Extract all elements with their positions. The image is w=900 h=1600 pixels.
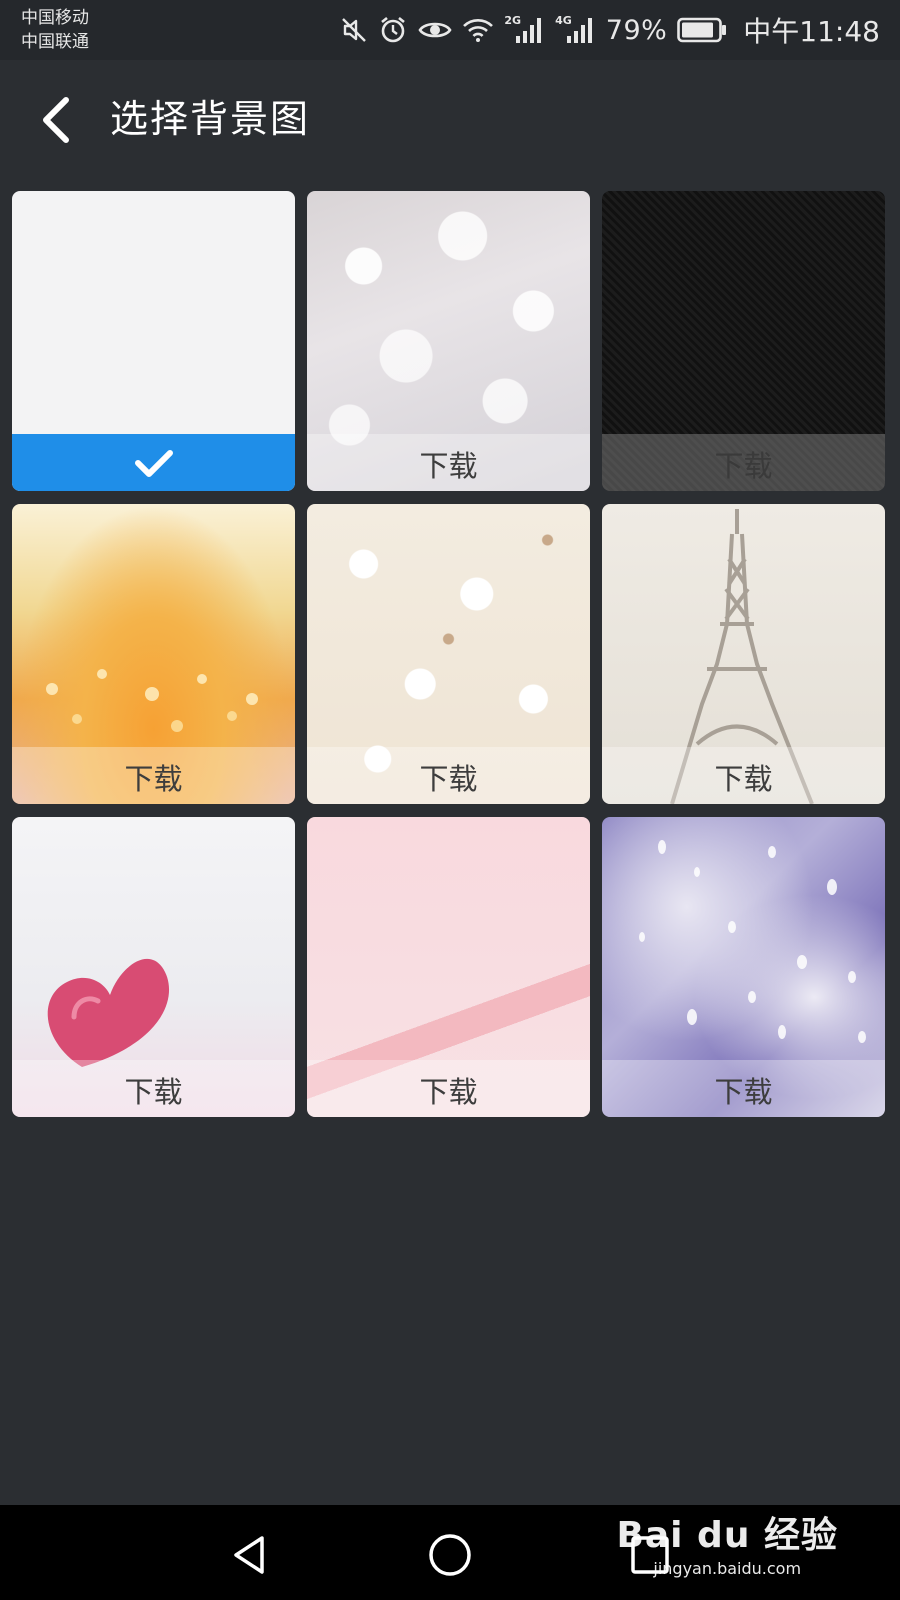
navigation-bar: Bai du 经验 jingyan.baidu.com bbox=[0, 1505, 900, 1600]
download-label: 下载 bbox=[124, 761, 183, 796]
battery-percent: 79% bbox=[605, 14, 668, 46]
checkmark-icon bbox=[134, 449, 173, 477]
mute-icon bbox=[340, 16, 368, 44]
nav-home-button[interactable] bbox=[420, 1525, 480, 1585]
download-label: 下载 bbox=[419, 761, 478, 796]
page-title: 选择背景图 bbox=[110, 97, 311, 141]
watermark-logo: Bai du 经验 bbox=[616, 1515, 838, 1556]
download-label: 下载 bbox=[124, 1074, 183, 1109]
signal-icon: 4G bbox=[555, 13, 596, 44]
download-label: 下载 bbox=[714, 761, 773, 796]
background-tile-purple-raindrops[interactable]: 下载 bbox=[602, 817, 885, 1117]
download-bar[interactable]: 下载 bbox=[602, 434, 885, 491]
baidu-jingyan-watermark: Bai du 经验 jingyan.baidu.com bbox=[616, 1513, 838, 1579]
eye-icon bbox=[418, 18, 452, 42]
carrier-labels: 中国移动 中国联通 bbox=[21, 6, 89, 54]
background-tile-golden-glitter[interactable]: 下载 bbox=[12, 504, 295, 804]
download-label: 下载 bbox=[419, 1074, 478, 1109]
download-bar[interactable]: 下载 bbox=[307, 434, 590, 491]
back-triangle-icon bbox=[234, 1536, 264, 1574]
watermark-url: jingyan.baidu.com bbox=[653, 1559, 802, 1578]
carrier-2: 中国联通 bbox=[21, 32, 89, 52]
background-tile-plain[interactable] bbox=[12, 191, 295, 491]
download-label: 下载 bbox=[714, 448, 773, 483]
clock: 中午11:48 bbox=[743, 15, 880, 48]
selected-bar bbox=[12, 434, 295, 491]
download-label: 下载 bbox=[714, 1074, 773, 1109]
alarm-icon bbox=[378, 15, 408, 45]
background-tile-bokeh[interactable]: 下载 bbox=[307, 191, 590, 491]
carrier-1: 中国移动 bbox=[21, 8, 89, 28]
download-bar[interactable]: 下载 bbox=[307, 747, 590, 804]
back-button[interactable] bbox=[28, 90, 84, 150]
background-grid: 下载 下载 下载 下载 下载 下载 下载 下载 bbox=[12, 191, 886, 1117]
background-tile-carbon[interactable]: 下载 bbox=[602, 191, 885, 491]
signal-icon: 2G bbox=[504, 13, 545, 44]
status-bar: 中国移动 中国联通 2G 4G 79% 中午11:48 bbox=[0, 0, 900, 60]
battery-icon bbox=[677, 17, 727, 43]
download-bar[interactable]: 下载 bbox=[602, 747, 885, 804]
app-header: 选择背景图 bbox=[0, 60, 900, 178]
background-tile-heart[interactable]: 下载 bbox=[12, 817, 295, 1117]
background-tile-eiffel-tower[interactable]: 下载 bbox=[602, 504, 885, 804]
download-label: 下载 bbox=[419, 448, 478, 483]
chevron-left-icon bbox=[43, 97, 69, 143]
download-bar[interactable]: 下载 bbox=[602, 1060, 885, 1117]
wifi-icon bbox=[462, 17, 494, 43]
status-icons: 2G 4G 79% 中午11:48 bbox=[340, 10, 880, 50]
background-tile-pink[interactable]: 下载 bbox=[307, 817, 590, 1117]
nav-back-button[interactable] bbox=[220, 1525, 280, 1585]
download-bar[interactable]: 下载 bbox=[12, 1060, 295, 1117]
download-bar[interactable]: 下载 bbox=[307, 1060, 590, 1117]
download-bar[interactable]: 下载 bbox=[12, 747, 295, 804]
home-circle-icon bbox=[429, 1534, 471, 1576]
net-badge-2g: 2G bbox=[504, 13, 522, 27]
net-badge-4g: 4G bbox=[555, 13, 572, 27]
background-tile-flowers[interactable]: 下载 bbox=[307, 504, 590, 804]
